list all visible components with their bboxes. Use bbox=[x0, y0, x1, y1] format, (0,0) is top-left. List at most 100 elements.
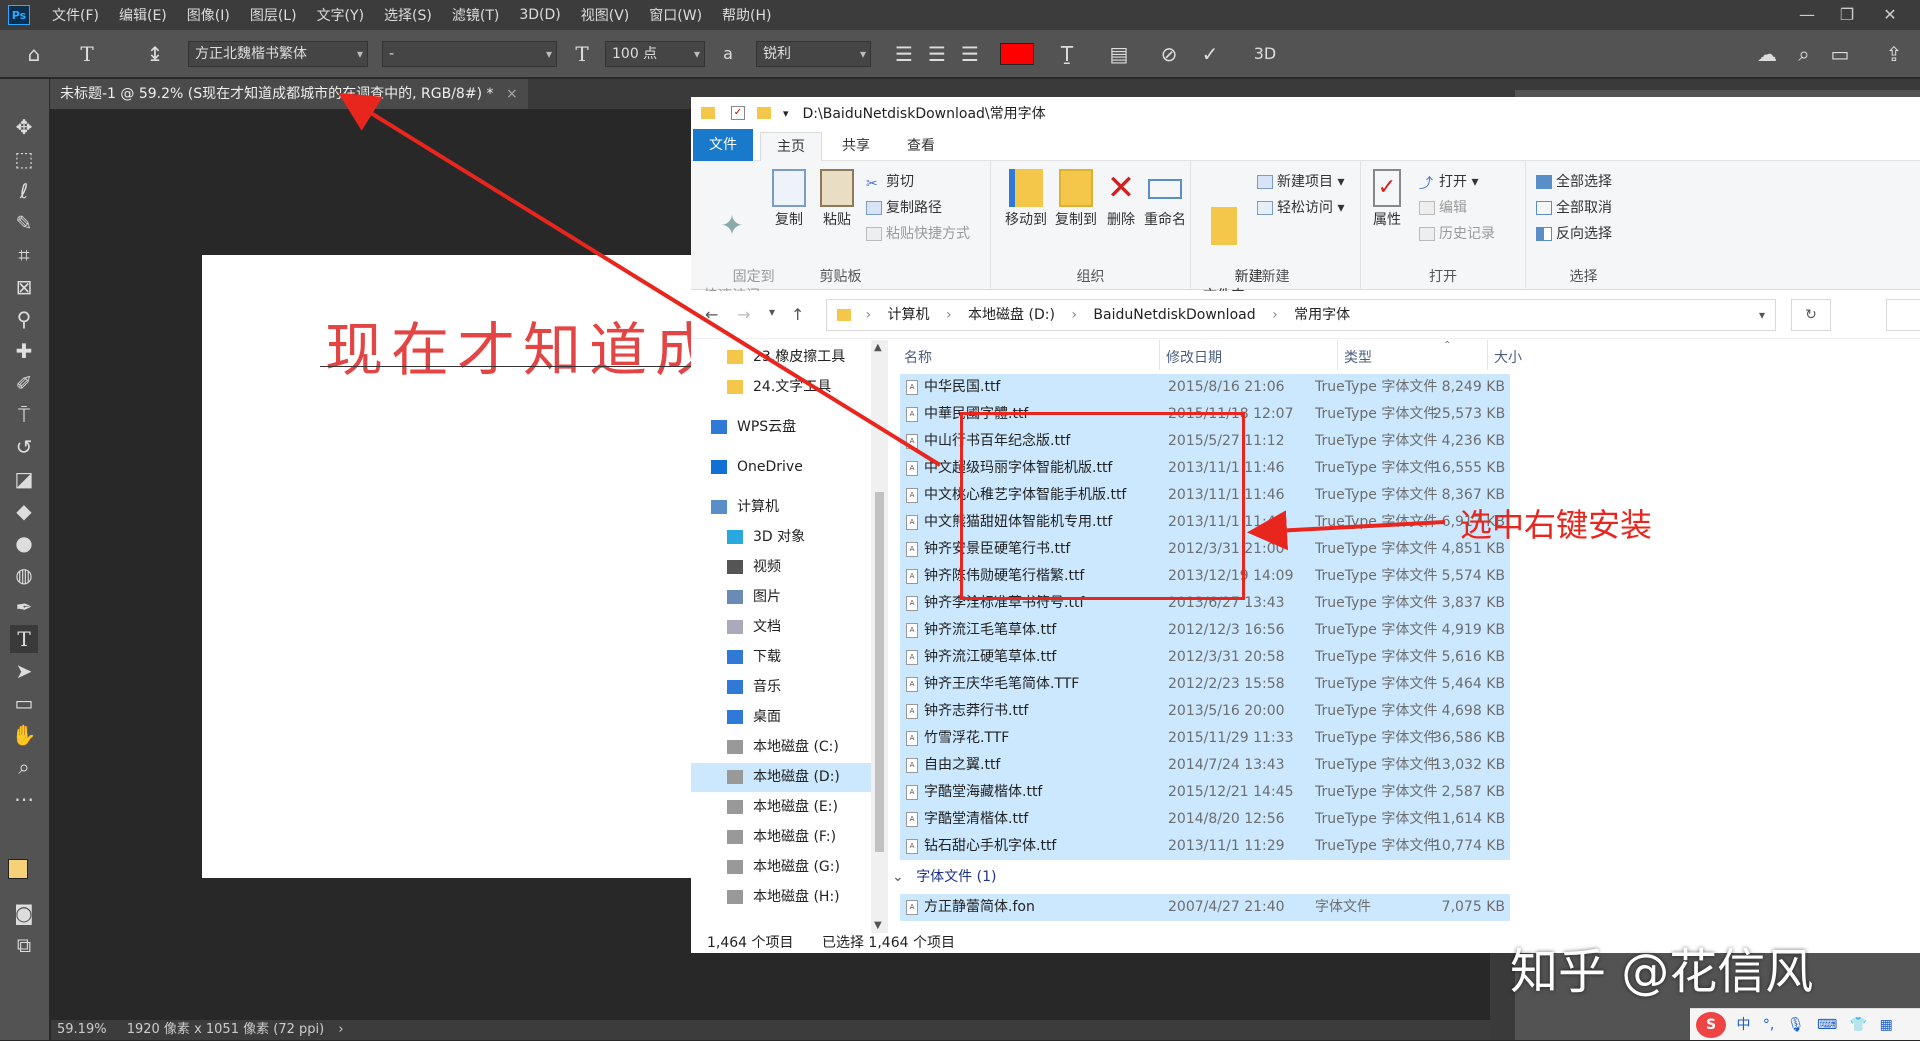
nav-item[interactable]: 视频 bbox=[691, 553, 871, 582]
font-family-select[interactable]: 方正北魏楷书繁体 ▾ bbox=[188, 41, 368, 67]
history-button[interactable]: 历史记录 bbox=[1419, 225, 1495, 243]
nav-item[interactable]: 本地磁盘 (H:) bbox=[691, 883, 871, 912]
font-style-select[interactable]: - ▾ bbox=[382, 41, 557, 67]
select-none-button[interactable]: 全部取消 bbox=[1536, 199, 1612, 217]
pen-tool-icon[interactable]: ✒ bbox=[10, 593, 38, 621]
list-item[interactable]: A 方正静蕾简体.fon 2007/4/27 21:40 字体文件 7,075 … bbox=[900, 894, 1510, 921]
toggle-text-orientation-icon[interactable]: ↨ bbox=[143, 42, 167, 66]
warp-text-icon[interactable]: Ṯ bbox=[1055, 42, 1079, 66]
eyedropper-tool-icon[interactable]: ⚲ bbox=[10, 305, 38, 333]
properties-button[interactable]: ✓ 属性 bbox=[1367, 169, 1407, 230]
list-item[interactable]: A 钟齐王庆华毛笔简体.TTF 2012/2/23 15:58 TrueType 字体… bbox=[900, 671, 1510, 698]
frame-tool-icon[interactable]: ⊠ bbox=[10, 273, 38, 301]
quick-mask-icon[interactable]: ◙ bbox=[10, 899, 38, 927]
text-color-swatch[interactable] bbox=[1000, 43, 1034, 65]
screen-mode-icon[interactable]: ⧉ bbox=[10, 931, 38, 959]
back-arrow-icon[interactable]: ← bbox=[705, 305, 718, 324]
ime-mode[interactable]: 中 bbox=[1736, 1017, 1750, 1033]
font-size-select[interactable]: 100 点 ▾ bbox=[605, 41, 705, 67]
zoom-level[interactable]: 59.19% bbox=[57, 1022, 107, 1037]
nav-item[interactable]: 本地磁盘 (E:) bbox=[691, 793, 871, 822]
lasso-tool-icon[interactable]: ℓ bbox=[10, 177, 38, 205]
chevron-down-icon[interactable]: ▾ bbox=[1759, 300, 1765, 330]
menu-filter[interactable]: 滤镜(T) bbox=[442, 5, 509, 25]
ime-punctuation[interactable]: °, bbox=[1763, 1017, 1774, 1033]
menu-image[interactable]: 图像(I) bbox=[177, 5, 240, 25]
refresh-icon[interactable]: ↻ bbox=[1791, 299, 1831, 331]
nav-item[interactable]: 3D 对象 bbox=[691, 523, 871, 552]
minimize-icon[interactable]: — bbox=[1787, 0, 1827, 30]
list-item[interactable]: A 字酷堂清楷体.ttf 2014/8/20 12:56 TrueType 字体文件 1… bbox=[900, 806, 1510, 833]
list-item[interactable]: A 中华民国.ttf 2015/8/16 21:06 TrueType 字体文件 8,2… bbox=[900, 374, 1510, 401]
list-item[interactable]: A 钟齐志莽行书.ttf 2013/5/16 20:00 TrueType 字体文件 4… bbox=[900, 698, 1510, 725]
new-folder-quick-icon[interactable] bbox=[757, 107, 771, 119]
menu-file[interactable]: 文件(F) bbox=[42, 5, 109, 25]
commit-icon[interactable]: ✓ bbox=[1198, 42, 1222, 66]
delete-button[interactable]: ✕ 删除 bbox=[1101, 169, 1141, 230]
type-tool-icon[interactable]: T bbox=[10, 625, 38, 653]
breadcrumb-baidunetdisk[interactable]: BaiduNetdiskDownload bbox=[1093, 307, 1255, 323]
character-panel-icon[interactable]: ▤ bbox=[1107, 42, 1131, 66]
list-item[interactable]: A 钟齐流江硬笔草体.ttf 2012/3/31 20:58 TrueType 字体文… bbox=[900, 644, 1510, 671]
nav-item[interactable]: 本地磁盘 (C:) bbox=[691, 733, 871, 762]
select-all-button[interactable]: 全部选择 bbox=[1536, 173, 1612, 191]
new-item-button[interactable]: 新建项目 ▾ bbox=[1257, 173, 1344, 191]
breadcrumb-drive-d[interactable]: 本地磁盘 (D:) bbox=[968, 307, 1055, 323]
nav-item[interactable]: 24.文字工具 bbox=[691, 373, 871, 402]
copy-path-button[interactable]: 复制路径 bbox=[866, 199, 942, 217]
column-header-name[interactable]: 名称 bbox=[898, 340, 1160, 370]
history-brush-icon[interactable]: ↺ bbox=[10, 433, 38, 461]
open-button[interactable]: ⤴ 打开 ▾ bbox=[1419, 173, 1478, 192]
nav-item[interactable]: 下载 bbox=[691, 643, 871, 672]
nav-item[interactable]: 本地磁盘 (F:) bbox=[691, 823, 871, 852]
align-left-icon[interactable]: ☰ bbox=[892, 42, 916, 66]
more-tools-icon[interactable]: ⋯ bbox=[10, 785, 38, 813]
nav-scroll-thumb[interactable] bbox=[875, 492, 884, 852]
stamp-tool-icon[interactable]: ⍑ bbox=[10, 401, 38, 429]
skin-icon[interactable]: 👕 bbox=[1850, 1017, 1867, 1033]
antialias-select[interactable]: 锐利 ▾ bbox=[756, 41, 871, 67]
menu-layer[interactable]: 图层(L) bbox=[240, 5, 307, 25]
scroll-up-icon[interactable]: ▲ bbox=[874, 342, 882, 353]
canvas-text-layer[interactable]: 现在才知道成 bbox=[325, 303, 721, 387]
hand-tool-icon[interactable]: ✋ bbox=[10, 721, 38, 749]
home-icon[interactable]: ⌂ bbox=[22, 42, 46, 66]
breadcrumb-fonts[interactable]: 常用字体 bbox=[1294, 307, 1350, 323]
tab-file[interactable]: 文件 bbox=[693, 129, 753, 161]
align-right-icon[interactable]: ☰ bbox=[958, 42, 982, 66]
menu-edit[interactable]: 编辑(E) bbox=[109, 5, 177, 25]
toolbox-icon[interactable]: ▦ bbox=[1880, 1017, 1893, 1033]
easy-access-button[interactable]: 轻松访问 ▾ bbox=[1257, 199, 1344, 217]
paint-bucket-icon[interactable]: ◆ bbox=[10, 497, 38, 525]
healing-tool-icon[interactable]: ✚ bbox=[10, 337, 38, 365]
close-icon[interactable]: ✕ bbox=[1870, 0, 1910, 30]
copy-button[interactable]: 复制 bbox=[767, 169, 811, 230]
chevron-right-icon[interactable]: › bbox=[338, 1022, 343, 1037]
blur-tool-icon[interactable]: ● bbox=[10, 529, 38, 557]
document-tab[interactable]: 未标题-1 @ 59.2% (S现在才知道成都城市的在调查中的, RGB/8#)… bbox=[50, 79, 528, 109]
invert-selection-button[interactable]: 反向选择 bbox=[1536, 225, 1612, 243]
nav-item[interactable]: 本地磁盘 (D:) bbox=[691, 763, 871, 792]
address-bar[interactable]: › 计算机 › 本地磁盘 (D:) › BaiduNetdiskDownload… bbox=[826, 299, 1776, 331]
tab-share[interactable]: 共享 bbox=[826, 132, 886, 161]
restore-icon[interactable]: ❐ bbox=[1827, 0, 1867, 30]
nav-item[interactable]: 音乐 bbox=[691, 673, 871, 702]
list-item[interactable]: A 字酷堂海藏楷体.ttf 2015/12/21 14:45 TrueType 字体文… bbox=[900, 779, 1510, 806]
cut-button[interactable]: ✂ 剪切 bbox=[866, 173, 914, 192]
column-header-type[interactable]: 类型 bbox=[1338, 340, 1488, 370]
paste-button[interactable]: 粘贴 bbox=[815, 169, 859, 230]
forward-arrow-icon[interactable]: → bbox=[737, 305, 750, 324]
copy-to-button[interactable]: 复制到 bbox=[1051, 169, 1101, 230]
paste-shortcut-button[interactable]: 粘贴快捷方式 bbox=[866, 225, 970, 243]
keyboard-icon[interactable]: ⌨ bbox=[1817, 1017, 1837, 1033]
move-to-button[interactable]: 移动到 bbox=[1001, 169, 1051, 230]
list-item[interactable]: A 自由之翼.ttf 2014/7/24 13:43 TrueType 字体文件 13,… bbox=[900, 752, 1510, 779]
cloud-icon[interactable]: ☁ bbox=[1755, 42, 1779, 66]
move-tool-icon[interactable]: ✥ bbox=[10, 113, 38, 141]
tab-home[interactable]: 主页 bbox=[760, 132, 822, 161]
menu-window[interactable]: 窗口(W) bbox=[639, 5, 712, 25]
breadcrumb-computer[interactable]: 计算机 bbox=[888, 307, 930, 323]
tab-view[interactable]: 查看 bbox=[891, 132, 951, 161]
search-input[interactable] bbox=[1886, 299, 1920, 331]
nav-item[interactable]: 文档 bbox=[691, 613, 871, 642]
